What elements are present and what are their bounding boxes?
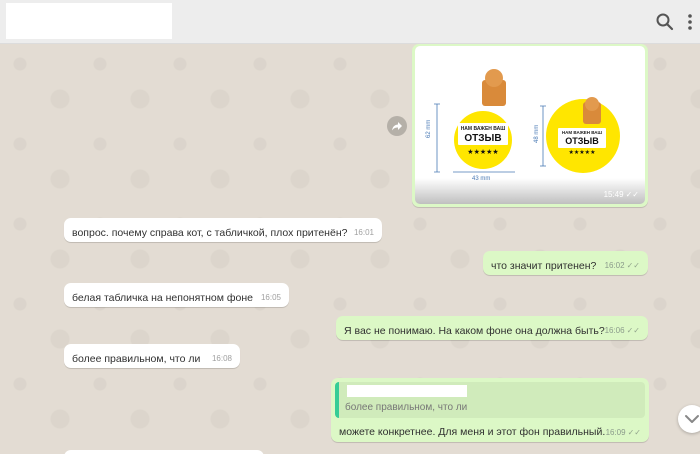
- read-ticks-icon: ✓✓: [626, 261, 640, 270]
- message-time: 15:49 ✓✓: [603, 190, 639, 199]
- quoted-author-redacted: [347, 385, 467, 397]
- chevron-down-icon: [685, 415, 699, 423]
- chat-header: [0, 0, 700, 44]
- sticker-image[interactable]: 62 mm 43 mm НАМ ВАЖЕН ВАШ ОТЗЫВ ★★★★★ 48…: [415, 46, 645, 204]
- large-height-label: 62 mm: [426, 120, 432, 138]
- message-time: 16:02 ✓✓: [604, 261, 640, 270]
- read-ticks-icon: ✓✓: [625, 190, 639, 199]
- small-sticker-stars: ★★★★★: [569, 149, 596, 156]
- message-bubble-partial[interactable]: [64, 450, 264, 454]
- chat-panel[interactable]: 62 mm 43 mm НАМ ВАЖЕН ВАШ ОТЗЫВ ★★★★★ 48…: [0, 44, 700, 454]
- large-sticker-line1: НАМ ВАЖЕН ВАШ: [461, 126, 506, 132]
- message-bubble[interactable]: белая табличка на непонятном фоне 16:05: [64, 283, 289, 307]
- message-bubble[interactable]: более правильном, что ли 16:08: [64, 344, 240, 368]
- message-text: белая табличка на непонятном фоне: [72, 292, 253, 304]
- search-icon[interactable]: [654, 11, 676, 33]
- contact-name-redacted[interactable]: [6, 3, 172, 39]
- message-time: 16:01: [353, 228, 374, 237]
- more-vertical-icon[interactable]: [683, 11, 697, 33]
- quoted-text: более правильном, что ли: [345, 402, 468, 413]
- quoted-message[interactable]: более правильном, что ли: [335, 382, 645, 418]
- small-sticker-line2: ОТЗЫВ: [565, 136, 599, 146]
- image-message[interactable]: 62 mm 43 mm НАМ ВАЖЕН ВАШ ОТЗЫВ ★★★★★ 48…: [412, 44, 648, 207]
- small-sticker-line1: НАМ ВАЖЕН ВАШ: [562, 130, 603, 135]
- cat-head-icon: [485, 69, 503, 87]
- message-time: 16:09 ✓✓: [605, 428, 641, 437]
- read-ticks-icon: ✓✓: [627, 428, 641, 437]
- read-ticks-icon: ✓✓: [626, 326, 640, 335]
- message-text: вопрос. почему справа кот, с табличкой, …: [72, 227, 348, 239]
- message-time: 16:06 ✓✓: [604, 326, 640, 335]
- forward-icon[interactable]: [387, 116, 407, 136]
- large-sticker-line2: ОТЗЫВ: [464, 133, 501, 144]
- scroll-down-button[interactable]: [678, 405, 700, 433]
- reply-message-bubble[interactable]: более правильном, что ли можете конкретн…: [331, 378, 649, 442]
- message-time: 16:05: [260, 293, 281, 302]
- message-text: что значит притенен?: [491, 260, 597, 272]
- message-text: можете конкретнее. Для меня и этот фон п…: [339, 426, 606, 438]
- message-bubble[interactable]: Я вас не понимаю. На каком фоне она долж…: [336, 316, 648, 340]
- small-height-label: 48 mm: [534, 125, 540, 143]
- message-bubble[interactable]: вопрос. почему справа кот, с табличкой, …: [64, 218, 382, 242]
- message-time: 16:08: [211, 354, 232, 363]
- message-bubble[interactable]: что значит притенен? 16:02 ✓✓: [483, 251, 648, 275]
- large-sticker-stars: ★★★★★: [467, 148, 498, 156]
- message-text: Я вас не понимаю. На каком фоне она долж…: [344, 325, 605, 337]
- message-text: более правильном, что ли: [72, 353, 201, 365]
